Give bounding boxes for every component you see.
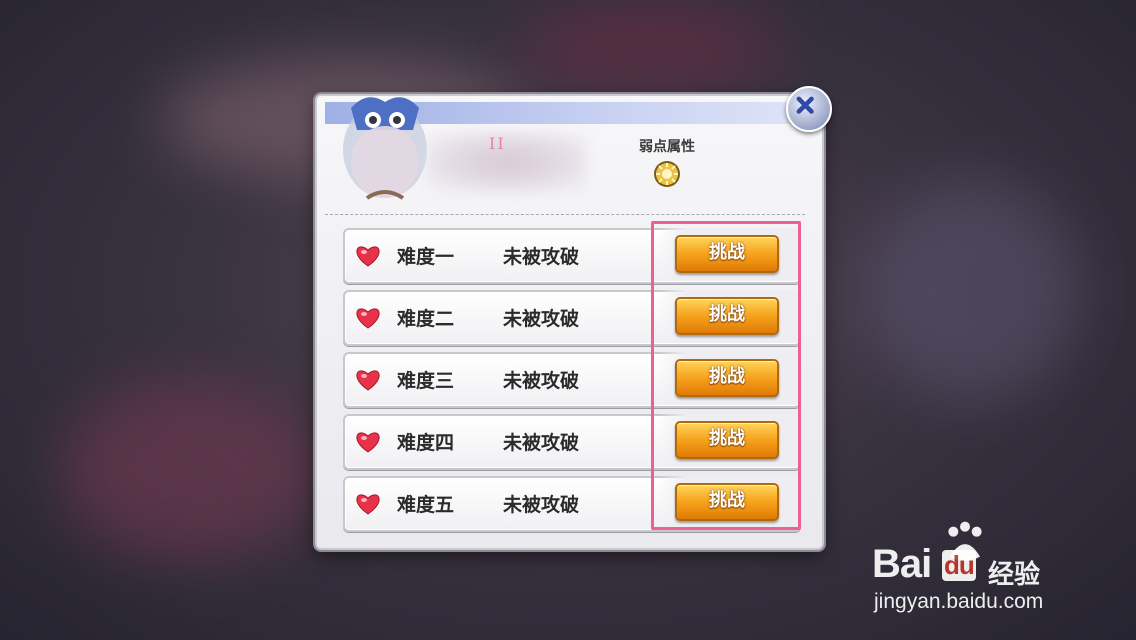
monster-portrait: [343, 97, 427, 200]
heart-icon: [356, 494, 380, 515]
enemy-name-blurred: [427, 132, 587, 192]
background-blur: [60, 380, 320, 560]
difficulty-level-label: 难度四: [397, 432, 455, 454]
difficulty-level-label: 难度三: [397, 370, 455, 392]
watermark-brand: Bai: [872, 542, 932, 586]
weakness-label: 弱点属性: [639, 139, 695, 155]
difficulty-status: 未被攻破: [503, 308, 580, 330]
highlight-annotation: [651, 221, 801, 530]
sun-element-icon: [654, 161, 680, 187]
difficulty-level-label: 难度二: [397, 308, 455, 330]
watermark-url: jingyan.baidu.com: [874, 590, 1044, 613]
baidu-watermark: Bai du 经验 jingyan.baidu.com: [868, 520, 1078, 620]
heart-icon: [356, 370, 380, 391]
heart-icon: [356, 432, 380, 453]
difficulty-level-label: 难度一: [397, 246, 455, 268]
watermark-brand-suffix: du: [942, 550, 976, 581]
difficulty-level-label: 难度五: [397, 494, 455, 516]
difficulty-status: 未被攻破: [503, 494, 580, 516]
difficulty-status: 未被攻破: [503, 246, 580, 268]
heart-icon: [356, 246, 380, 267]
difficulty-status: 未被攻破: [503, 370, 580, 392]
title-mark: II: [489, 134, 506, 153]
close-button[interactable]: [786, 86, 832, 132]
background-blur: [520, 10, 780, 80]
difficulty-status: 未被攻破: [503, 432, 580, 454]
background-blur: [860, 180, 1080, 400]
divider: [325, 214, 805, 215]
watermark-sub: 经验: [988, 560, 1041, 590]
heart-icon: [356, 308, 380, 329]
close-icon: [796, 96, 814, 114]
